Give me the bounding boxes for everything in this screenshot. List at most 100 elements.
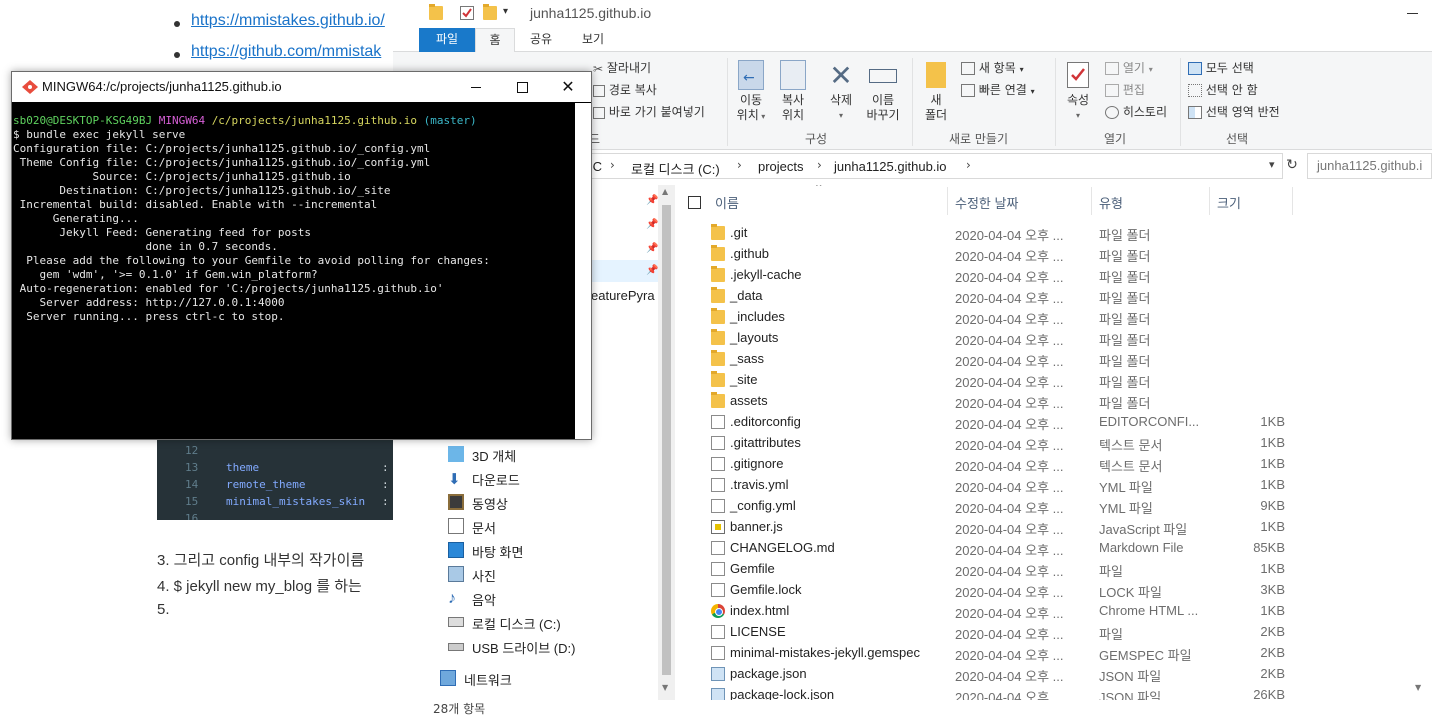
easy-access-button[interactable]: 빠른 연결 ▾ (961, 81, 1035, 98)
file-row[interactable]: .github 2020-04-04 오후 ... 파일 폴더 (675, 244, 1432, 265)
move-to-button[interactable]: ← 이동 위치 ▾ (733, 60, 769, 124)
chevron-right-icon[interactable]: › (966, 158, 971, 172)
chevron-right-icon[interactable]: › (817, 158, 822, 172)
file-row[interactable]: .git 2020-04-04 오후 ... 파일 폴더 (675, 223, 1432, 244)
file-row[interactable]: minimal-mistakes-jekyll.gemspec 2020-04-0… (675, 643, 1432, 664)
properties-button[interactable]: 속성 ▾ (1063, 60, 1093, 123)
search-input[interactable]: junha1125.github.i (1307, 153, 1432, 179)
file-row[interactable]: package.json 2020-04-04 오후 ... JSON 파일 2KB (675, 664, 1432, 685)
tab-file[interactable]: 파일 (419, 28, 475, 52)
chevron-down-icon[interactable]: ▼ (662, 683, 668, 692)
file-row[interactable]: .gitignore 2020-04-04 오후 ... 텍스트 문서 1KB (675, 454, 1432, 475)
select-none-button[interactable]: 선택 안 함 (1188, 81, 1258, 98)
file-date: 2020-04-04 오후 ... (955, 648, 1064, 663)
step-text: 4. $ jekyll new my_blog 를 하는 (157, 578, 362, 595)
pin-icon[interactable]: 📌 (646, 195, 658, 206)
file-row[interactable]: LICENSE 2020-04-04 오후 ... 파일 2KB (675, 622, 1432, 643)
breadcrumb-local-disk[interactable]: 로컬 디스크 (C:) (631, 159, 720, 178)
file-row[interactable]: _config.yml 2020-04-04 오후 ... YML 파일 9KB (675, 496, 1432, 517)
terminal-window[interactable]: MINGW64:/c/projects/junha1125.github.io … (11, 71, 592, 440)
prompt-branch: (master) (423, 114, 477, 127)
file-row[interactable]: banner.js 2020-04-04 오후 ... JavaScript 파일 1… (675, 517, 1432, 538)
chevron-down-icon[interactable]: ▼ (1415, 683, 1421, 692)
file-row[interactable]: _site 2020-04-04 오후 ... 파일 폴더 (675, 370, 1432, 391)
terminal-titlebar[interactable]: MINGW64:/c/projects/junha1125.github.io … (12, 72, 591, 102)
chevron-up-icon[interactable]: ▲ (662, 187, 668, 196)
ribbon-divider (912, 58, 913, 146)
refresh-icon[interactable]: ↻ (1283, 157, 1301, 175)
scrollbar-thumb[interactable] (662, 205, 671, 675)
chevron-right-icon[interactable]: › (737, 158, 742, 172)
edit-button[interactable]: 편집 (1105, 81, 1145, 98)
close-button[interactable]: ✕ (545, 72, 591, 102)
breadcrumb-projects[interactable]: projects (758, 159, 804, 174)
history-button[interactable]: 히스토리 (1105, 103, 1167, 120)
paste-shortcut-button[interactable]: 바로 가기 붙여넣기 (593, 103, 705, 120)
new-item-button[interactable]: 새 항목 ▾ (961, 59, 1024, 76)
folder-icon (926, 62, 946, 88)
nav-item-label[interactable]: eaturePyra (591, 288, 655, 303)
pin-icon[interactable]: 📌 (646, 243, 658, 254)
minimize-button[interactable] (453, 72, 499, 102)
select-all-button[interactable]: 모두 선택 (1188, 59, 1254, 76)
file-size: 3KB (1260, 582, 1285, 597)
file-row[interactable]: assets 2020-04-04 오후 ... 파일 폴더 (675, 391, 1432, 412)
file-row[interactable]: CHANGELOG.md 2020-04-04 오후 ... Markdown Fi… (675, 538, 1432, 559)
file-row[interactable]: Gemfile 2020-04-04 오후 ... 파일 1KB (675, 559, 1432, 580)
step-text: 5. (157, 601, 170, 618)
chevron-down-icon[interactable]: ▾ (1269, 158, 1275, 171)
file-list-scrollbar[interactable]: ▼ (1411, 185, 1428, 700)
file-name: package.json (730, 666, 807, 681)
breadcrumb-current-folder[interactable]: junha1125.github.io (834, 159, 947, 174)
line-number: 16 (185, 512, 199, 520)
file-row[interactable]: package-lock.json 2020-04-04 오후 ... JSON 파… (675, 685, 1432, 700)
file-row[interactable]: .editorconfig 2020-04-04 오후 ... EDITORCONF… (675, 412, 1432, 433)
properties-icon[interactable] (460, 6, 474, 20)
chevron-down-icon[interactable]: ▾ (503, 6, 517, 20)
mmistakes-link[interactable]: https://mmistakes.github.io/ (191, 12, 385, 30)
file-row[interactable]: Gemfile.lock 2020-04-04 오후 ... LOCK 파일 3KB (675, 580, 1432, 601)
new-folder-button[interactable]: 새 폴더 (921, 60, 951, 123)
desktop-icon (448, 542, 464, 558)
select-all-checkbox[interactable] (688, 196, 701, 209)
cut-button[interactable]: ✂ 잘라내기 (593, 59, 651, 76)
nav-scrollbar[interactable]: ▲ ▼ (658, 185, 675, 700)
open-label: 열기 (1122, 61, 1145, 75)
address-input[interactable]: PC › 로컬 디스크 (C:) › projects › junha1125.… (583, 153, 1283, 179)
tab-share[interactable]: 공유 (521, 28, 561, 52)
file-type: 텍스트 문서 (1099, 459, 1163, 474)
minimize-button[interactable] (1393, 0, 1432, 28)
column-name[interactable]: 이름 (715, 193, 739, 212)
file-row[interactable]: .gitattributes 2020-04-04 오후 ... 텍스트 문서 1KB (675, 433, 1432, 454)
file-row[interactable]: .travis.yml 2020-04-04 오후 ... YML 파일 1KB (675, 475, 1432, 496)
open-button[interactable]: 열기 ▾ (1105, 59, 1153, 76)
tab-home[interactable]: 홈 (475, 28, 515, 53)
rename-button[interactable]: 이름 바꾸기 (863, 60, 903, 123)
maximize-button[interactable] (499, 72, 545, 102)
delete-button[interactable]: ✕ 삭제 ▾ (825, 60, 857, 123)
column-type[interactable]: 유형 (1099, 193, 1123, 212)
file-icon (711, 415, 725, 429)
terminal-output[interactable]: sb020@DESKTOP-KSG49BJ MINGW64 /c/project… (12, 103, 575, 439)
invert-selection-button[interactable]: 선택 영역 반전 (1188, 103, 1280, 120)
file-row[interactable]: _includes 2020-04-04 오후 ... 파일 폴더 (675, 307, 1432, 328)
file-row[interactable]: _data 2020-04-04 오후 ... 파일 폴더 (675, 286, 1432, 307)
file-row[interactable]: index.html 2020-04-04 오후 ... Chrome HTML .… (675, 601, 1432, 622)
github-link[interactable]: https://github.com/mmistak (191, 43, 381, 61)
copy-path-button[interactable]: 경로 복사 (593, 81, 657, 98)
pin-icon[interactable]: 📌 (646, 219, 658, 230)
column-date[interactable]: 수정한 날짜 (955, 193, 1018, 212)
copy-to-button[interactable]: 복사 위치 (775, 60, 811, 123)
file-row[interactable]: _sass 2020-04-04 오후 ... 파일 폴더 (675, 349, 1432, 370)
column-size[interactable]: 크기 (1217, 193, 1241, 212)
tab-view[interactable]: 보기 (573, 28, 613, 52)
file-row[interactable]: _layouts 2020-04-04 오후 ... 파일 폴더 (675, 328, 1432, 349)
new-folder-icon[interactable] (483, 4, 497, 20)
step-text: 3. 그리고 config 내부의 작가이름 (157, 552, 365, 569)
chevron-right-icon[interactable]: › (610, 158, 615, 172)
nav-item-label: 바탕 화면 (472, 545, 524, 560)
file-icon (711, 625, 725, 639)
file-row[interactable]: .jekyll-cache 2020-04-04 오후 ... 파일 폴더 (675, 265, 1432, 286)
file-date: 2020-04-04 오후 ... (955, 480, 1064, 495)
terminal-scrollbar[interactable] (575, 103, 591, 439)
